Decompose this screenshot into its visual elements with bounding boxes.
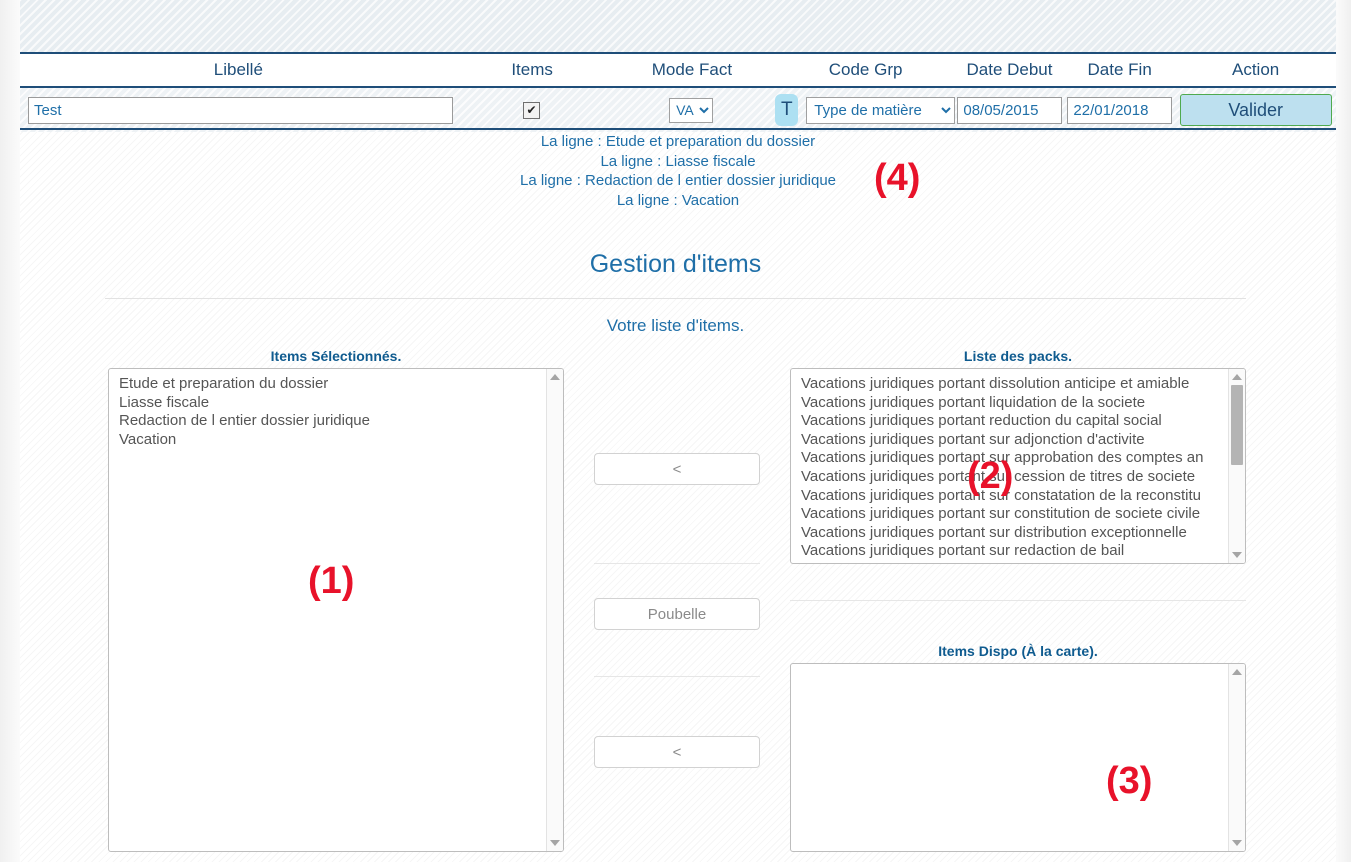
cell-date-fin	[1064, 96, 1175, 124]
libelle-input[interactable]	[28, 96, 453, 124]
list-item[interactable]: Vacations juridiques portant dissolution…	[801, 375, 1229, 394]
move-pack-to-selected-button[interactable]: <	[594, 453, 760, 485]
page-subtitle: Votre liste d'items.	[606, 316, 745, 335]
page-left-gutter	[0, 0, 20, 862]
date-debut-input[interactable]	[957, 96, 1063, 124]
list-item[interactable]: Vacations juridiques portant sur distrib…	[801, 524, 1229, 543]
scroll-up-icon[interactable]	[1232, 669, 1242, 675]
list-item[interactable]: Vacations juridiques portant sur constit…	[801, 505, 1229, 524]
page-right-gutter	[1336, 0, 1351, 862]
code-grp-select[interactable]: Type de matière	[806, 96, 956, 124]
table-row: ✔ VA T Type de matière Valider	[20, 88, 1336, 132]
scroll-up-icon[interactable]	[550, 374, 560, 380]
move-dispo-to-selected-button[interactable]: <	[594, 736, 760, 768]
valider-button[interactable]: Valider	[1179, 94, 1332, 126]
title-divider	[105, 298, 1246, 299]
list-item[interactable]: Liasse fiscale	[119, 394, 547, 413]
scroll-down-icon[interactable]	[550, 840, 560, 846]
table-header-row: Libellé Items Mode Fact Code Grp Date De…	[20, 52, 1336, 88]
mode-fact-select[interactable]: VA	[669, 97, 714, 123]
column-header-date-fin: Date Fin	[1087, 60, 1152, 79]
dispo-listbox[interactable]	[790, 663, 1246, 852]
list-item[interactable]: Vacations juridiques portant sur redacti…	[801, 542, 1229, 561]
selected-items-options: Etude et preparation du dossier Liasse fi…	[109, 369, 547, 851]
table-bottom-rule	[20, 128, 1336, 130]
packs-list-label: Liste des packs.	[963, 348, 1073, 364]
ligne-messages: La ligne : Etude et preparation du dossi…	[20, 132, 1336, 210]
list-item[interactable]: Etude et preparation du dossier	[119, 375, 547, 394]
center-divider-2	[594, 676, 760, 677]
cell-code-grp: T Type de matière	[775, 94, 956, 126]
column-header-code-grp: Code Grp	[828, 60, 903, 79]
cell-action: Valider	[1175, 94, 1336, 126]
right-column-divider	[790, 600, 1246, 601]
packs-listbox[interactable]: Vacations juridiques portant dissolution…	[790, 368, 1246, 564]
list-item[interactable]: Vacations juridiques portant sur approba…	[801, 449, 1229, 468]
packs-options: Vacations juridiques portant dissolution…	[791, 369, 1229, 563]
list-item[interactable]: Vacations juridiques portant sur reducti…	[801, 561, 1229, 563]
ligne-message: La ligne : Vacation	[616, 191, 740, 209]
selected-items-label: Items Sélectionnés.	[270, 348, 402, 364]
list-item[interactable]: Vacations juridiques portant sur constat…	[801, 487, 1229, 506]
dispo-scrollbar[interactable]	[1228, 664, 1245, 851]
ligne-message: La ligne : Liasse fiscale	[600, 152, 756, 170]
item-form-table: Libellé Items Mode Fact Code Grp Date De…	[20, 52, 1336, 132]
list-item[interactable]: Vacations juridiques portant sur cession…	[801, 468, 1229, 487]
column-header-date-debut: Date Debut	[966, 60, 1053, 79]
scroll-down-icon[interactable]	[1232, 552, 1242, 558]
column-header-action: Action	[1232, 60, 1280, 79]
page-title: Gestion d'items	[589, 250, 762, 278]
column-header-libelle: Libellé	[213, 60, 263, 79]
column-header-mode-fact: Mode Fact	[651, 60, 733, 79]
center-divider-1	[594, 563, 760, 564]
cell-date-debut	[955, 96, 1064, 124]
cell-mode-fact: VA	[607, 97, 776, 123]
cell-items: ✔	[456, 101, 607, 119]
top-banner-texture	[20, 0, 1336, 52]
column-header-items: Items	[511, 60, 553, 79]
list-item[interactable]: Vacations juridiques portant reduction d…	[801, 412, 1229, 431]
cell-libelle	[20, 96, 456, 124]
scroll-up-icon[interactable]	[1232, 374, 1242, 380]
packs-scrollbar[interactable]	[1228, 369, 1245, 563]
dispo-options	[791, 664, 1229, 851]
scrollbar-thumb[interactable]	[1231, 385, 1243, 465]
selected-items-listbox[interactable]: Etude et preparation du dossier Liasse fi…	[108, 368, 564, 852]
list-item[interactable]: Vacation	[119, 431, 547, 450]
ligne-message: La ligne : Etude et preparation du dossi…	[540, 133, 816, 150]
dispo-items-label: Items Dispo (À la carte).	[938, 643, 1098, 659]
list-item[interactable]: Vacations juridiques portant sur adjonct…	[801, 431, 1229, 450]
type-badge-icon[interactable]: T	[775, 94, 799, 126]
list-item[interactable]: Redaction de l entier dossier juridique	[119, 412, 547, 431]
scroll-down-icon[interactable]	[1232, 840, 1242, 846]
selected-items-scrollbar[interactable]	[546, 369, 563, 851]
date-fin-input[interactable]	[1067, 96, 1173, 124]
poubelle-button[interactable]: Poubelle	[594, 598, 760, 630]
list-item[interactable]: Vacations juridiques portant liquidation…	[801, 394, 1229, 413]
ligne-message: La ligne : Redaction de l entier dossier…	[519, 172, 837, 189]
items-checkbox[interactable]: ✔	[522, 101, 540, 119]
